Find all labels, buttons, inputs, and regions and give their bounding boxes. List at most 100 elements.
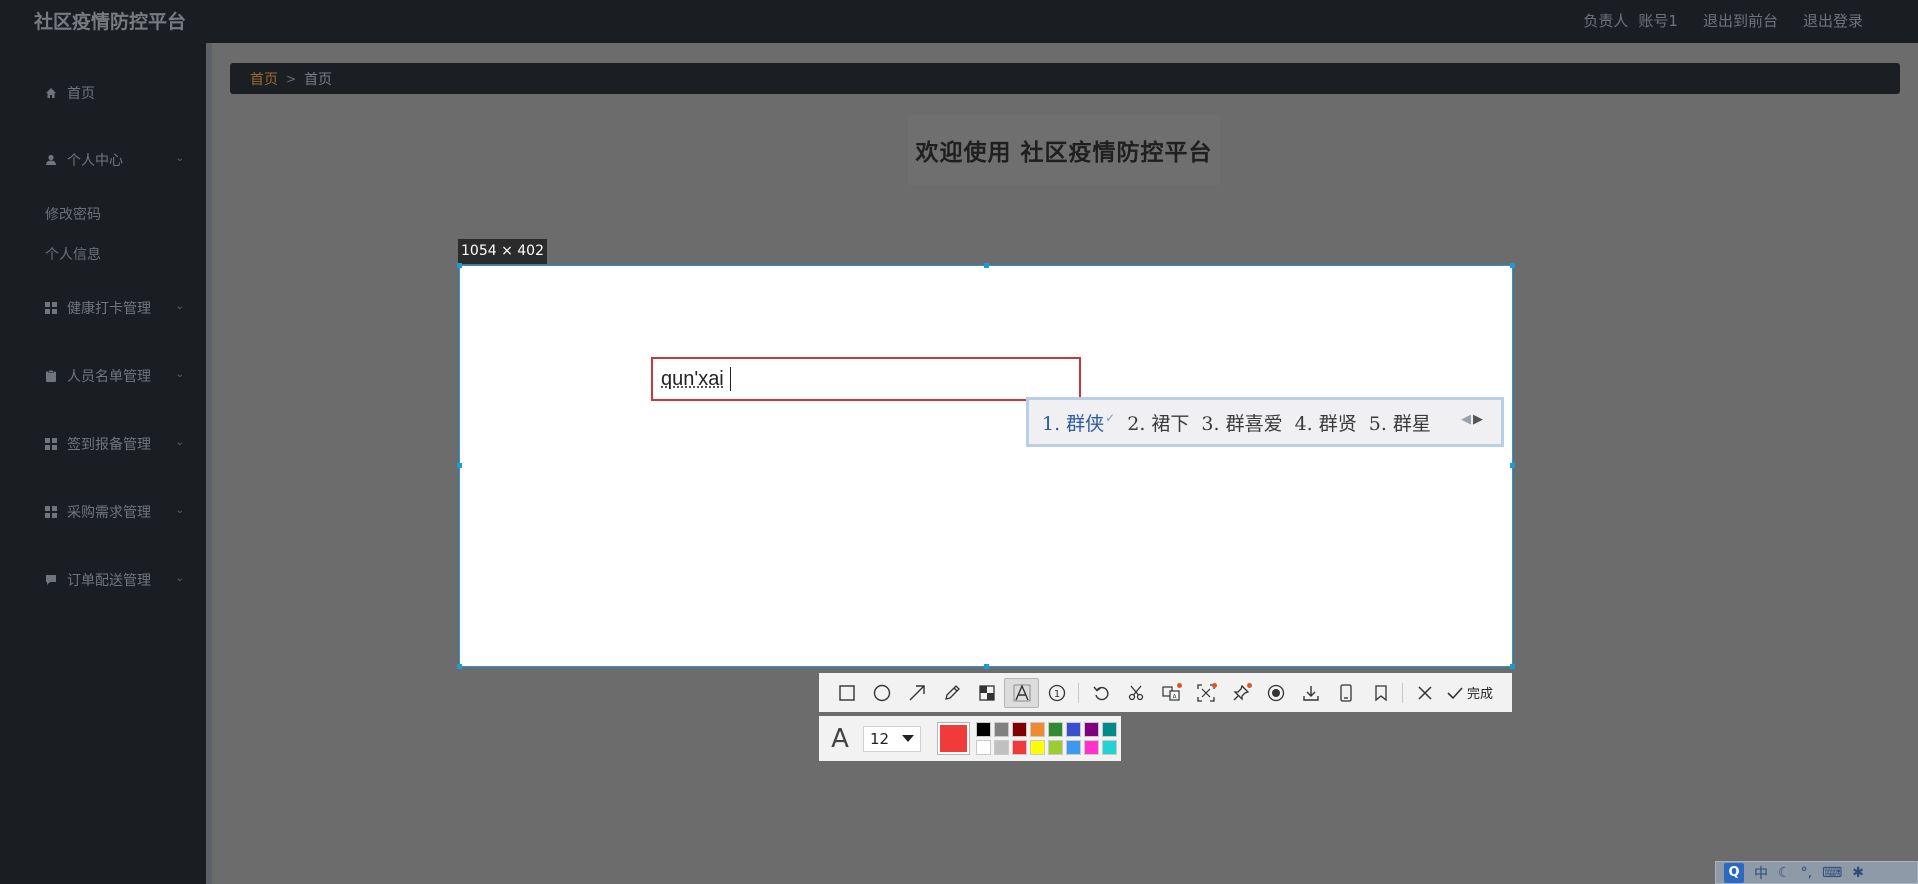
breadcrumb-current: 首页: [304, 71, 333, 88]
resize-handle[interactable]: [1510, 263, 1515, 268]
chevron-down-icon: ⌄: [175, 437, 184, 448]
check-circle-icon: ✓: [1105, 411, 1116, 426]
color-swatch[interactable]: [1102, 722, 1117, 737]
ime-candidate[interactable]: 5. 群星: [1369, 409, 1431, 436]
download-icon[interactable]: [1293, 678, 1328, 708]
sidebar-item-label: 个人中心: [67, 153, 123, 169]
number-icon[interactable]: 1: [1039, 678, 1074, 708]
ocr-icon[interactable]: [1188, 678, 1223, 708]
color-swatch[interactable]: [1102, 740, 1117, 755]
close-icon[interactable]: [1407, 678, 1442, 708]
color-swatch[interactable]: [1012, 722, 1027, 737]
punctuation-icon[interactable]: °,: [1801, 865, 1812, 881]
ime-candidate[interactable]: 3. 群喜爱: [1201, 409, 1282, 436]
app-title: 社区疫情防控平台: [34, 11, 187, 33]
chevron-down-icon: ⌄: [175, 573, 184, 584]
resize-handle[interactable]: [1510, 664, 1515, 669]
pencil-icon[interactable]: [934, 678, 969, 708]
sidebar-item-personal-center[interactable]: 个人中心 ⌄: [44, 150, 184, 170]
resize-handle[interactable]: [984, 664, 989, 669]
resize-handle[interactable]: [457, 664, 462, 669]
welcome-banner: 欢迎使用 社区疫情防控平台: [908, 115, 1220, 185]
sidebar-subitem-personal-info[interactable]: 个人信息: [45, 244, 101, 264]
font-size-select[interactable]: 12: [863, 725, 921, 752]
current-color-swatch[interactable]: [937, 722, 970, 755]
sidebar-item-label: 首页: [67, 86, 95, 102]
sidebar-item-label: 订单配送管理: [67, 573, 151, 589]
color-swatch[interactable]: [1012, 740, 1027, 755]
color-swatch[interactable]: [1084, 740, 1099, 755]
sidebar-item-purchase-demand[interactable]: 采购需求管理 ⌄: [44, 502, 184, 522]
checkmark-icon: [1447, 686, 1463, 699]
arrow-icon[interactable]: [899, 678, 934, 708]
color-swatch[interactable]: [1084, 722, 1099, 737]
ime-page-arrows[interactable]: ◀▶: [1461, 412, 1485, 427]
translate-icon[interactable]: A: [1153, 678, 1188, 708]
color-palette: [976, 722, 1117, 755]
notification-dot: [1212, 682, 1217, 688]
pin-icon[interactable]: [1223, 678, 1258, 708]
capture-region[interactable]: [457, 263, 1515, 669]
sidebar-item-health-checkin[interactable]: 健康打卡管理 ⌄: [44, 298, 184, 318]
color-swatch[interactable]: [976, 722, 991, 737]
capture-toolbar: 1 A 完成: [819, 673, 1512, 712]
resize-handle[interactable]: [457, 263, 462, 268]
exit-front-link[interactable]: 退出到前台: [1703, 10, 1778, 31]
sidebar-scrollbar[interactable]: [206, 43, 212, 884]
resize-handle[interactable]: [1510, 463, 1515, 468]
rectangle-icon[interactable]: [829, 678, 864, 708]
user-account: 账号1: [1638, 12, 1678, 30]
breadcrumb-home-link[interactable]: 首页: [250, 69, 278, 89]
color-swatch[interactable]: [1048, 740, 1063, 755]
moon-icon[interactable]: ☾: [1778, 865, 1791, 881]
chat-icon: [44, 574, 57, 587]
resize-handle[interactable]: [984, 263, 989, 268]
settings-icon[interactable]: ✱: [1852, 865, 1864, 881]
typed-text: qun'xai: [661, 368, 724, 390]
sidebar-subitem-change-password[interactable]: 修改密码: [45, 204, 101, 224]
sidebar-item-order-delivery[interactable]: 订单配送管理 ⌄: [44, 570, 184, 590]
header-actions: 负责人 账号1 退出到前台 退出登录: [1583, 10, 1863, 31]
text-icon[interactable]: [1004, 677, 1039, 708]
ime-candidate[interactable]: 2. 裙下: [1127, 409, 1189, 436]
ellipse-icon[interactable]: [864, 678, 899, 708]
cut-icon[interactable]: [1118, 678, 1153, 708]
color-swatch[interactable]: [1048, 722, 1063, 737]
color-swatch[interactable]: [994, 722, 1009, 737]
color-swatch[interactable]: [994, 740, 1009, 755]
system-tray: Q 中 ☾ °, ⌨ ✱: [1715, 861, 1918, 884]
toolbar-divider: [1078, 682, 1079, 703]
sidebar-item-label: 签到报备管理: [67, 437, 151, 453]
color-swatch[interactable]: [1066, 722, 1081, 737]
text-options-toolbar: A 12: [819, 716, 1121, 761]
bookmark-icon[interactable]: [1363, 678, 1398, 708]
ime-candidate[interactable]: 4. 群贤: [1295, 409, 1357, 436]
color-swatch[interactable]: [1066, 740, 1081, 755]
sidebar-item-signin-report[interactable]: 签到报备管理 ⌄: [44, 434, 184, 454]
record-icon[interactable]: [1258, 678, 1293, 708]
ime-candidate[interactable]: 1. 群侠✓: [1042, 409, 1115, 436]
chevron-down-icon: ⌄: [175, 301, 184, 312]
ime-mode-indicator[interactable]: 中: [1754, 863, 1768, 883]
toolbar-divider: [1402, 682, 1403, 703]
resize-handle[interactable]: [457, 463, 462, 468]
mosaic-icon[interactable]: [969, 678, 1004, 708]
logout-link[interactable]: 退出登录: [1803, 10, 1863, 31]
done-button[interactable]: 完成: [1446, 683, 1493, 702]
sidebar-item-home[interactable]: 首页: [44, 83, 184, 103]
dropdown-arrow-icon: [902, 735, 914, 742]
phone-icon[interactable]: [1328, 678, 1363, 708]
sidebar-item-label: 人员名单管理: [67, 369, 151, 385]
color-swatch[interactable]: [1030, 740, 1045, 755]
keyboard-icon[interactable]: ⌨: [1822, 865, 1842, 881]
annotation-text-box[interactable]: qun'xai: [651, 357, 1081, 401]
svg-text:1: 1: [1053, 689, 1059, 700]
color-swatch[interactable]: [1030, 722, 1045, 737]
font-size-value: 12: [870, 729, 890, 748]
sidebar-item-personnel-list[interactable]: 人员名单管理 ⌄: [44, 366, 184, 386]
ime-logo-icon[interactable]: Q: [1724, 862, 1744, 883]
undo-icon[interactable]: [1083, 678, 1118, 708]
home-icon: [44, 87, 57, 100]
user-role: 负责人: [1583, 12, 1629, 30]
color-swatch[interactable]: [976, 740, 991, 755]
